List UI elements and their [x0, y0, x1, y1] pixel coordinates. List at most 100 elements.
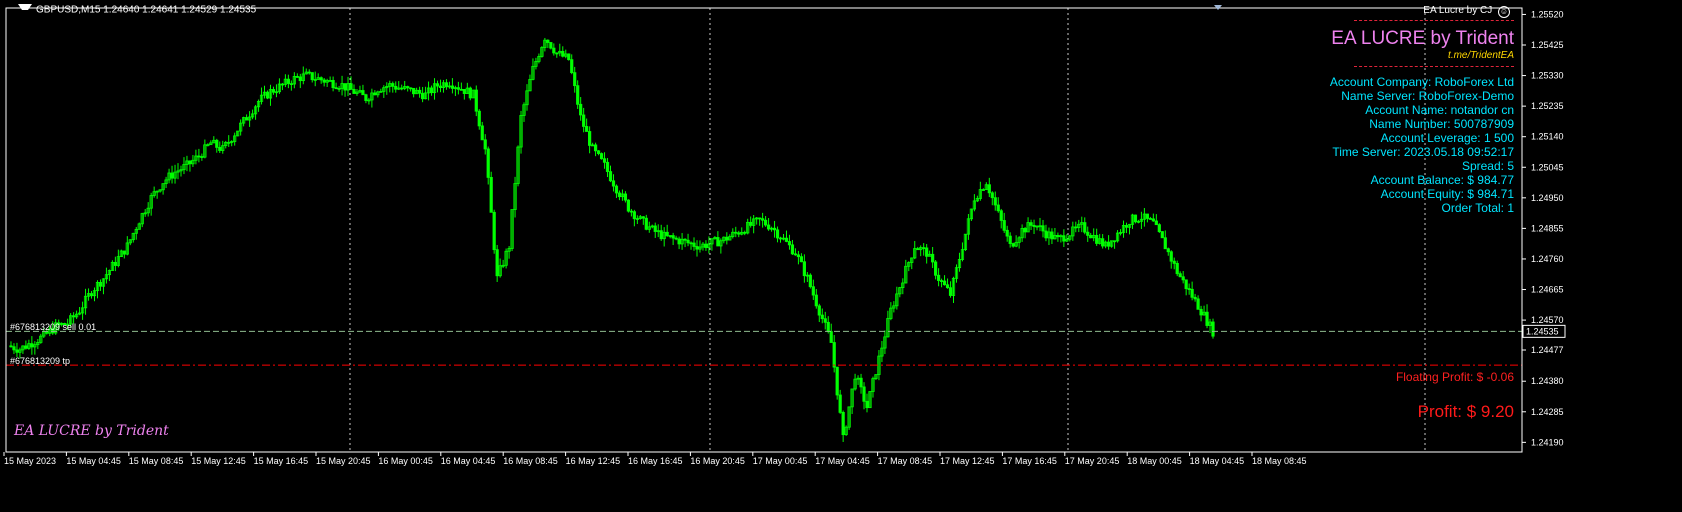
candle-body — [15, 349, 19, 353]
candle-body — [829, 331, 833, 343]
candle-body — [406, 86, 410, 89]
candle-body — [772, 227, 777, 231]
candle-body — [459, 88, 463, 91]
candle-body — [936, 274, 941, 281]
panel-separator-bottom — [1354, 66, 1514, 67]
candle-body — [1187, 288, 1191, 291]
candle-body — [561, 50, 565, 57]
candle-body — [1157, 224, 1161, 233]
candle-body — [934, 261, 938, 276]
candle-body — [310, 72, 314, 81]
candle-body — [716, 237, 720, 247]
candle-body — [1032, 224, 1036, 227]
candle-body — [585, 126, 589, 132]
y-tick-label: 1.25045 — [1531, 162, 1564, 172]
candle-body — [1056, 234, 1060, 238]
candle-body — [1074, 226, 1078, 229]
candle-body — [778, 237, 783, 240]
y-tick-label: 1.24380 — [1531, 376, 1564, 386]
candle-body — [1133, 214, 1138, 223]
candle-body — [823, 318, 827, 323]
ea-title: EA LUCRE by Trident — [1331, 28, 1514, 49]
smiley-icon[interactable]: ☺ — [1498, 6, 1510, 18]
candle-body — [570, 59, 574, 74]
y-tick-label: 1.24760 — [1531, 254, 1564, 264]
y-tick-label: 1.24950 — [1531, 193, 1564, 203]
candle-body — [555, 52, 559, 55]
candle-body — [617, 192, 622, 198]
x-tick-label: 16 May 08:45 — [503, 456, 558, 466]
x-tick-label: 16 May 12:45 — [566, 456, 621, 466]
candle-body — [286, 78, 290, 84]
candle-body — [89, 293, 94, 297]
candle-body — [749, 221, 753, 226]
candle-body — [689, 242, 693, 245]
candle-body — [1190, 288, 1194, 298]
candle-body — [579, 103, 583, 116]
candle-body — [480, 125, 484, 141]
symbol-toggle-icon[interactable] — [18, 4, 32, 16]
candle-body — [605, 161, 610, 172]
candle-body — [12, 346, 16, 351]
info-account-company: Account Company: RoboForex Ltd — [1329, 75, 1514, 89]
info-time-server: Time Server: 2023.05.18 09:52:17 — [1332, 145, 1514, 159]
candle-body — [468, 87, 472, 99]
candle-body — [611, 180, 616, 187]
x-tick-label: 17 May 12:45 — [940, 456, 995, 466]
candle-body — [474, 89, 478, 112]
candle-body — [761, 218, 765, 221]
candle-body — [758, 217, 762, 220]
info-order-total: Order Total: 1 — [1441, 201, 1514, 215]
panel-separator-top — [1354, 20, 1514, 21]
candle-body — [280, 83, 285, 86]
candle-body — [477, 110, 481, 127]
x-tick-label: 17 May 08:45 — [878, 456, 933, 466]
y-tick-label: 1.25425 — [1531, 40, 1564, 50]
x-tick-label: 15 May 04:45 — [66, 456, 121, 466]
candle-body — [334, 87, 338, 90]
candle-body — [361, 90, 365, 96]
x-tick-label: 17 May 20:45 — [1065, 456, 1120, 466]
info-account-balance: Account Balance: $ 984.77 — [1370, 173, 1514, 187]
y-tick-label: 1.25235 — [1531, 101, 1564, 111]
candle-body — [939, 280, 944, 282]
candle-body — [549, 42, 553, 49]
candle-body — [743, 231, 747, 234]
candle-body — [1005, 229, 1009, 237]
candle-body — [1107, 241, 1111, 247]
candle-body — [271, 89, 276, 93]
candle-body — [641, 216, 645, 219]
y-tick-label: 1.25330 — [1531, 71, 1564, 81]
candle-body — [322, 79, 326, 83]
candle-body — [295, 76, 299, 78]
candle-body — [188, 160, 192, 165]
candle-body — [629, 210, 633, 213]
candle-body — [626, 199, 630, 212]
x-tick-label: 17 May 16:45 — [1002, 456, 1057, 466]
candle-body — [435, 83, 440, 87]
candle-body — [987, 184, 991, 194]
candle-body — [1101, 238, 1105, 247]
y-tick-label: 1.24665 — [1531, 285, 1564, 295]
candle-body — [1175, 263, 1179, 275]
y-tick-label: 1.25140 — [1531, 132, 1564, 142]
candle-body — [596, 150, 601, 154]
candle-body — [1199, 308, 1203, 316]
candle-body — [450, 85, 455, 89]
candle-body — [608, 171, 613, 182]
candle-body — [200, 156, 204, 158]
candle-body — [725, 236, 729, 241]
candle-body — [1193, 296, 1197, 300]
candle-body — [820, 314, 824, 320]
candle-body — [573, 72, 577, 87]
candle-body — [24, 345, 28, 349]
candle-body — [307, 71, 311, 74]
candle-body — [349, 83, 353, 90]
sell-order-label[interactable]: #676813209 sell 0.01 — [10, 322, 96, 332]
candle-body — [671, 235, 675, 239]
tp-order-label[interactable]: #676813209 tp — [10, 356, 70, 366]
candle-body — [692, 242, 696, 247]
ea-link[interactable]: t.me/TridentEA — [1448, 50, 1514, 61]
candle-body — [835, 366, 839, 396]
candle-body — [576, 85, 580, 105]
